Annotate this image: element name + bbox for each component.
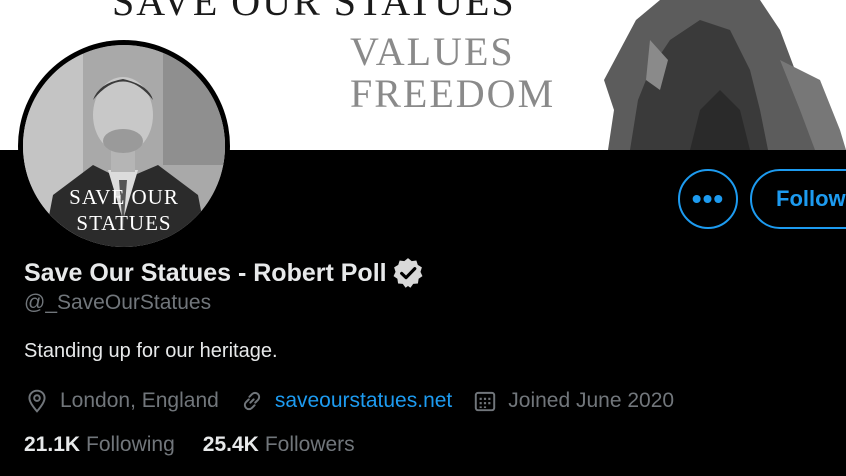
following-count: 21.1K: [24, 433, 81, 456]
follow-button[interactable]: Follow: [750, 169, 846, 229]
banner-text-line1: Save Our Statues: [112, 0, 516, 24]
website-item: saveourstatues.net: [239, 388, 452, 414]
more-options-button[interactable]: •••: [678, 169, 738, 229]
display-name: Save Our Statues - Robert Poll: [24, 258, 387, 287]
following-stat[interactable]: 21.1K Following: [24, 433, 175, 457]
profile-meta-row: London, England saveourstatues.net Joine…: [24, 388, 694, 414]
verified-badge-icon[interactable]: [391, 256, 425, 290]
location-item: London, England: [24, 388, 219, 414]
more-options-icon: •••: [691, 183, 725, 214]
calendar-icon: [475, 391, 496, 412]
followers-stat[interactable]: 25.4K Followers: [203, 433, 355, 457]
statue-image: [590, 0, 846, 150]
profile-stats-row: 21.1K Following 25.4K Followers: [24, 433, 383, 457]
banner-text-line3: Freedom: [350, 71, 556, 116]
avatar-caption-line1: Save Our: [69, 185, 179, 209]
website-link[interactable]: saveourstatues.net: [275, 389, 452, 413]
joined-item: Joined June 2020: [472, 388, 674, 414]
profile-handle: @_SaveOurStatues: [24, 291, 212, 314]
avatar-photo: Save Our Statues: [23, 45, 225, 247]
followers-label: Followers: [264, 433, 355, 456]
profile-bio: Standing up for our heritage.: [24, 340, 278, 362]
banner-text-line2: Values: [350, 29, 515, 74]
link-icon: [243, 391, 260, 411]
location-text: London, England: [60, 389, 219, 412]
profile-name-row: Save Our Statues - Robert Poll: [24, 256, 425, 290]
profile-avatar[interactable]: Save Our Statues: [18, 40, 230, 252]
location-pin-icon: [28, 389, 46, 413]
avatar-caption-line2: Statues: [76, 211, 172, 235]
following-label: Following: [86, 433, 175, 456]
followers-count: 25.4K: [202, 433, 259, 456]
joined-text: Joined June 2020: [508, 389, 675, 412]
